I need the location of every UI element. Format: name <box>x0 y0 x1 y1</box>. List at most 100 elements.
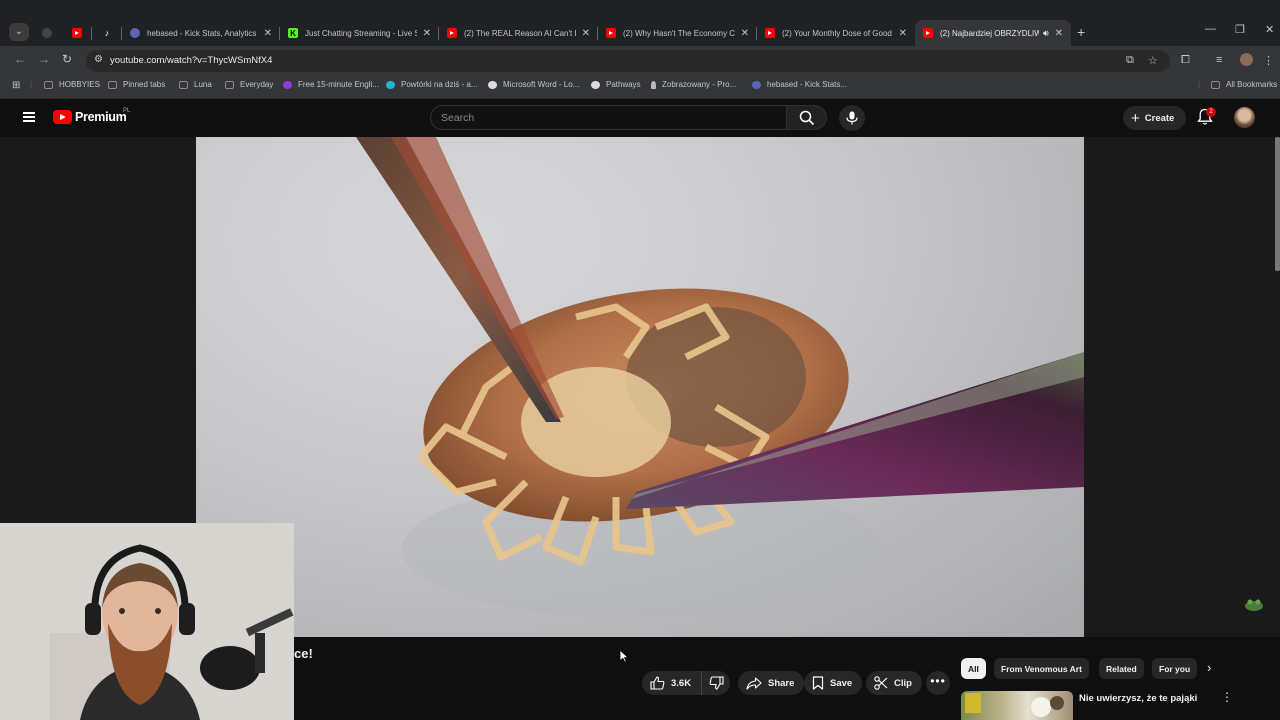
chevron-right-icon[interactable]: › <box>1207 660 1211 675</box>
restore-button[interactable]: ❐ <box>1235 23 1245 36</box>
site-info-icon[interactable]: ⚙ <box>94 54 103 65</box>
search-button[interactable] <box>787 105 827 130</box>
tab-4[interactable]: (2) The REAL Reason AI Can't B ✕ <box>439 20 598 46</box>
close-icon[interactable]: ✕ <box>264 28 272 39</box>
extensions-icon[interactable]: ⧠ <box>1181 54 1190 67</box>
bookmark-item[interactable]: Luna <box>179 80 212 89</box>
bookmark-item[interactable]: HOBBYIES <box>44 80 100 89</box>
create-button[interactable]: + Create <box>1123 106 1186 130</box>
youtube-icon <box>923 28 933 38</box>
all-bookmarks[interactable]: All Bookmarks <box>1211 80 1277 89</box>
tab-title: Just Chatting Streaming - Live S <box>305 28 417 38</box>
tab-title: hebased - Kick Stats, Analytics a <box>147 28 258 38</box>
menu-icon[interactable]: ⋮ <box>1263 54 1274 67</box>
close-icon[interactable]: ✕ <box>899 28 907 39</box>
search-icon <box>799 110 815 126</box>
tab-blank[interactable] <box>37 20 57 46</box>
tab-0[interactable] <box>66 20 92 46</box>
profile-avatar[interactable] <box>1240 53 1253 66</box>
tab-1[interactable]: ♪ <box>96 20 122 46</box>
bookmark-divider: | <box>1198 80 1201 89</box>
bookmark-item[interactable]: Zobrazowany - Pro... <box>651 80 736 89</box>
chip-for-you[interactable]: For you <box>1152 658 1198 679</box>
youtube-icon <box>606 28 616 38</box>
tab-title: (2) Why Hasn't The Economy C <box>623 28 735 38</box>
thumbnail-image <box>965 693 1064 717</box>
share-button[interactable]: Share <box>738 671 805 695</box>
video-player[interactable] <box>196 137 1084 637</box>
bookmark-item[interactable]: Pinned tabs <box>108 80 165 89</box>
tab-6[interactable]: (2) Your Monthly Dose of Good ✕ <box>757 20 915 46</box>
thumbs-down-icon <box>709 676 724 690</box>
bookmark-item[interactable]: Everyday <box>225 80 273 89</box>
all-bookmarks-label: All Bookmarks <box>1226 80 1278 89</box>
chip-related[interactable]: Related <box>1099 658 1144 679</box>
close-icon[interactable]: ✕ <box>1055 28 1063 39</box>
url-text[interactable]: youtube.com/watch?v=ThycWSmNfX4 <box>110 55 272 66</box>
youtube-logo-icon[interactable] <box>53 110 72 124</box>
watch-page: ce! 3.6K Share Save Clip ••• All From Ve… <box>0 137 1280 720</box>
page-scrollbar[interactable] <box>1275 137 1280 271</box>
thumbs-up-icon <box>650 676 665 690</box>
bookmark-item[interactable]: Powtórki na dziś - a... <box>386 80 477 89</box>
youtube-icon <box>765 28 775 38</box>
voice-search-button[interactable] <box>839 105 865 131</box>
more-actions-button[interactable]: ••• <box>926 671 950 695</box>
chip-all[interactable]: All <box>961 658 986 679</box>
share-icon <box>746 676 762 690</box>
search-input[interactable]: Search <box>430 105 787 130</box>
like-button[interactable]: 3.6K <box>642 671 702 695</box>
apps-icon[interactable]: ⊞ <box>12 80 20 91</box>
window-close-button[interactable]: ✕ <box>1265 23 1274 36</box>
avatar[interactable] <box>1234 107 1255 128</box>
chip-from-channel[interactable]: From Venomous Art <box>994 658 1089 679</box>
tab-active[interactable]: (2) Najbardziej OBRZYDLIW 🔊︎ ✕ <box>915 20 1071 46</box>
bookmark-label: Zobrazowany - Pro... <box>662 80 737 89</box>
address-bar[interactable]: ⚙ youtube.com/watch?v=ThycWSmNfX4 ⧉ ☆ <box>86 50 1170 72</box>
webcam-overlay <box>0 523 294 720</box>
bookmark-item[interactable]: Free 15-minute Engli... <box>283 80 379 89</box>
create-label: Create <box>1144 112 1175 124</box>
youtube-icon <box>72 28 82 38</box>
kickstats-icon <box>130 28 140 38</box>
hamburger-menu-icon[interactable] <box>23 112 35 122</box>
notification-badge: 2 <box>1206 107 1216 117</box>
clip-button[interactable]: Clip <box>866 671 922 695</box>
new-tab-button[interactable]: + <box>1077 24 1085 40</box>
forward-icon[interactable]: → <box>38 52 50 66</box>
tab-search-button[interactable]: ⌄ <box>9 23 29 41</box>
tab-search-icon[interactable]: ≡ <box>1216 54 1222 66</box>
frog-sticker-icon <box>1245 599 1263 611</box>
video-title: ce! <box>294 646 313 661</box>
close-icon[interactable]: ✕ <box>741 28 749 39</box>
tab-2[interactable]: hebased - Kick Stats, Analytics a ✕ <box>122 20 280 46</box>
bookmark-star-icon[interactable]: ☆ <box>1148 54 1158 67</box>
like-count: 3.6K <box>671 677 692 689</box>
more-vertical-icon[interactable]: ⋮ <box>1221 690 1233 704</box>
dislike-button[interactable] <box>702 671 730 695</box>
logo-text[interactable]: Premium <box>75 110 127 124</box>
bookmark-item[interactable]: hebased - Kick Stats... <box>752 80 847 89</box>
save-button[interactable]: Save <box>804 671 863 695</box>
bookmark-label: Luna <box>194 80 212 89</box>
speaker-icon[interactable]: 🔊︎ <box>1043 28 1049 39</box>
minimize-button[interactable]: — <box>1205 23 1216 35</box>
region-code: PL <box>123 108 131 114</box>
folder-icon <box>108 80 117 89</box>
bookmark-item[interactable]: Pathways <box>591 80 641 89</box>
reload-icon[interactable]: ↻ <box>62 52 72 66</box>
install-app-icon[interactable]: ⧉ <box>1126 54 1134 67</box>
bookmark-item[interactable]: Microsoft Word - Lo... <box>488 80 579 89</box>
recommended-thumbnail[interactable] <box>961 691 1073 720</box>
tab-3[interactable]: K Just Chatting Streaming - Live S ✕ <box>280 20 439 46</box>
tab-5[interactable]: (2) Why Hasn't The Economy C ✕ <box>598 20 757 46</box>
bookmark-label: Powtórki na dziś - a... <box>401 80 478 89</box>
kickstats-icon <box>752 80 761 89</box>
bookmark-label: Everyday <box>240 80 274 89</box>
tab-title: (2) Your Monthly Dose of Good <box>782 28 892 38</box>
close-icon[interactable]: ✕ <box>423 28 431 39</box>
bookmark-label: HOBBYIES <box>59 80 100 89</box>
close-icon[interactable]: ✕ <box>582 28 590 39</box>
recommended-title[interactable]: Nie uwierzysz, że te pająki <box>1079 693 1197 704</box>
back-icon[interactable]: ← <box>14 52 26 66</box>
